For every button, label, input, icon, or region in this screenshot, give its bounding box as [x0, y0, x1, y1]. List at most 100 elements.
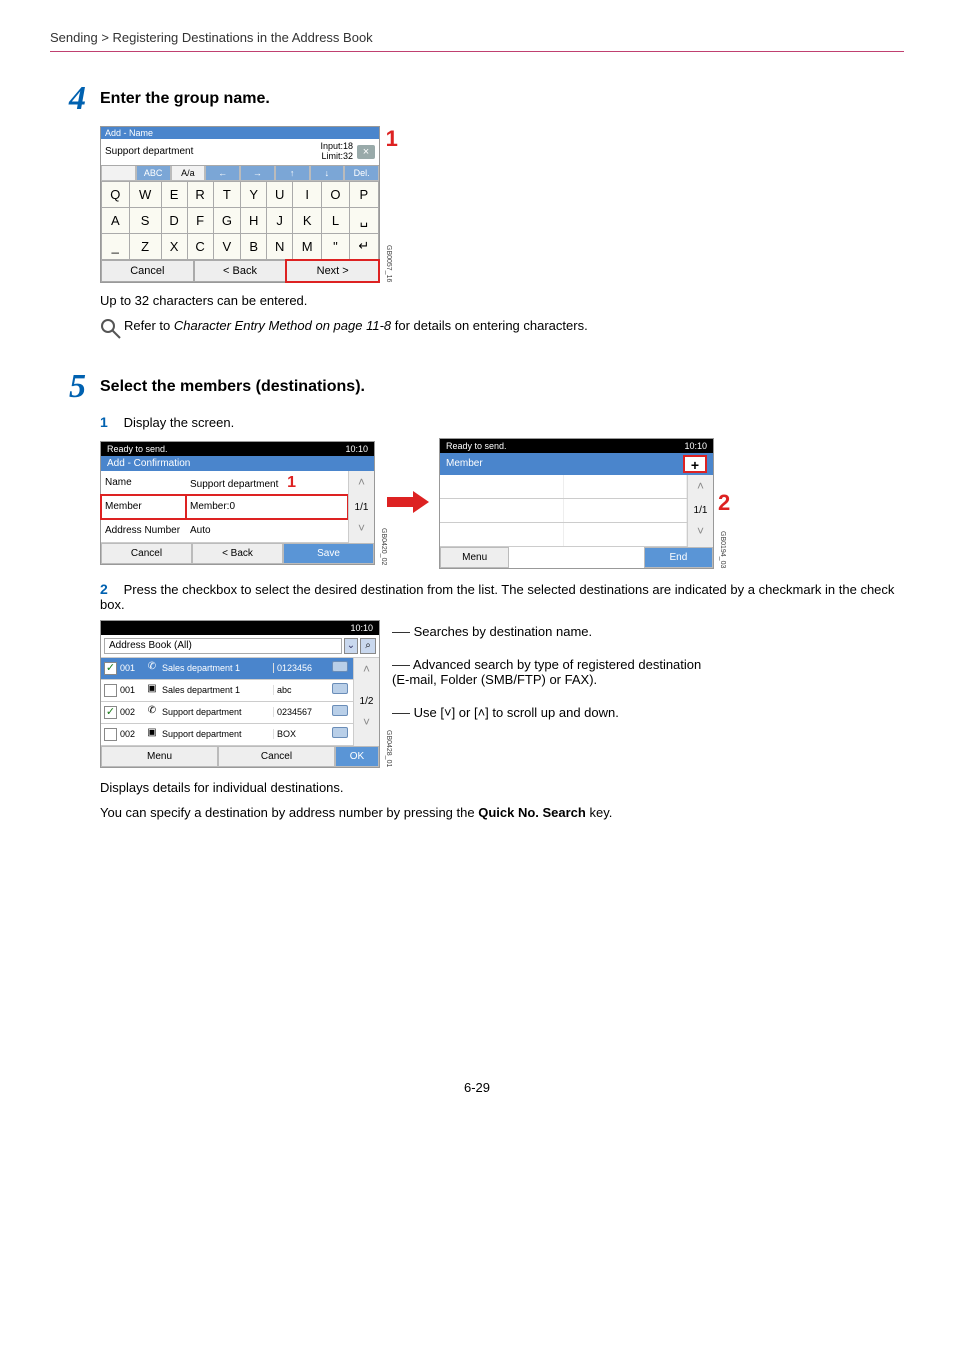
kbd-key[interactable]: R: [187, 181, 213, 207]
step5-number: 5: [50, 370, 100, 404]
kbd-cancel-button[interactable]: Cancel: [101, 260, 194, 282]
member-title: Member: [446, 458, 483, 469]
fax-icon: ✆: [145, 705, 159, 719]
kbd-arrow-up-icon[interactable]: ↑: [275, 166, 310, 181]
kbd-key[interactable]: P: [349, 181, 378, 207]
figure-code: GB0420_02: [380, 528, 387, 565]
kbd-delete-button[interactable]: Del.: [344, 166, 379, 181]
kbd-key[interactable]: W: [129, 181, 161, 207]
keyboard-entry-text[interactable]: Support department: [105, 146, 316, 157]
conf-value: Auto: [186, 519, 348, 543]
kbd-key[interactable]: N: [267, 233, 293, 259]
member-panel: Ready to send. 10:10 Member +: [439, 438, 714, 569]
kbd-key[interactable]: F: [187, 207, 213, 233]
keyboard-panel: Add - Name Support department Input:18 L…: [100, 126, 380, 283]
scroll-up-icon[interactable]: ˄: [348, 471, 374, 498]
checkbox-icon[interactable]: ✓: [104, 706, 117, 719]
kbd-key[interactable]: E: [161, 181, 187, 207]
conf-cancel-button[interactable]: Cancel: [101, 543, 192, 564]
mem-menu-button[interactable]: Menu: [440, 547, 509, 568]
add-member-button[interactable]: +: [683, 455, 707, 473]
kbd-key[interactable]: Z: [129, 233, 161, 259]
checkbox-icon[interactable]: [104, 728, 117, 741]
ab-row[interactable]: 001 ▣ Sales department 1 abc: [101, 680, 353, 702]
page-indicator: 1/1: [348, 498, 374, 517]
kbd-key[interactable]: Q: [102, 181, 130, 207]
kbd-key[interactable]: D: [161, 207, 187, 233]
kbd-back-button[interactable]: < Back: [194, 260, 287, 282]
conf-value-member[interactable]: Member:0: [186, 495, 348, 519]
kbd-key[interactable]: L: [322, 207, 350, 233]
envelope-icon[interactable]: [330, 705, 350, 719]
kbd-key[interactable]: V: [213, 233, 241, 259]
kbd-key[interactable]: U: [267, 181, 293, 207]
envelope-icon[interactable]: [330, 727, 350, 741]
kbd-key[interactable]: K: [293, 207, 322, 233]
kbd-key[interactable]: X: [161, 233, 187, 259]
tail-note-1: Displays details for individual destinat…: [100, 780, 904, 795]
ab-note-advanced: Advanced search by type of registered de…: [392, 657, 710, 687]
ab-note-scroll: Use [˅] or [˄] to scroll up and down.: [392, 705, 710, 720]
keyboard-header: Add - Name: [101, 127, 379, 139]
scroll-up-icon[interactable]: ˄: [687, 475, 713, 502]
conf-save-button[interactable]: Save: [283, 543, 374, 564]
scroll-down-icon[interactable]: ˅: [687, 520, 713, 547]
envelope-icon[interactable]: [330, 661, 350, 675]
ab-filter-field[interactable]: Address Book (All): [104, 638, 342, 654]
envelope-icon[interactable]: [330, 683, 350, 697]
kbd-arrow-fwd-icon[interactable]: →: [240, 166, 275, 181]
accent-rule: [50, 51, 904, 52]
kbd-arrow-back-icon[interactable]: ←: [205, 166, 240, 181]
kbd-key[interactable]: M: [293, 233, 322, 259]
ab-row[interactable]: ✓ 001 ✆ Sales department 1 0123456: [101, 658, 353, 680]
kbd-mode-abc[interactable]: ABC: [136, 166, 171, 181]
conf-label: Address Number: [101, 519, 186, 543]
kbd-key[interactable]: C: [187, 233, 213, 259]
member-row: [440, 499, 687, 523]
ab-row[interactable]: ✓ 002 ✆ Support department 0234567: [101, 702, 353, 724]
conf-value: Support department 1: [186, 471, 348, 495]
kbd-key[interactable]: O: [322, 181, 350, 207]
kbd-key[interactable]: J: [267, 207, 293, 233]
status-text: Ready to send.: [446, 441, 507, 451]
kbd-key[interactable]: T: [213, 181, 241, 207]
kbd-mode-blank[interactable]: [101, 166, 136, 181]
ab-cancel-button[interactable]: Cancel: [218, 746, 335, 767]
step4-note: Up to 32 characters can be entered.: [100, 293, 904, 308]
kbd-key[interactable]: ": [322, 233, 350, 259]
scroll-up-icon[interactable]: ˄: [353, 658, 379, 693]
kbd-arrow-down-icon[interactable]: ↓: [310, 166, 345, 181]
kbd-key[interactable]: B: [241, 233, 267, 259]
ab-row[interactable]: 002 ▣ Support department BOX: [101, 724, 353, 746]
step5-title: Select the members (destinations).: [100, 370, 365, 396]
conf-label-member[interactable]: Member: [101, 495, 186, 519]
checkbox-icon[interactable]: ✓: [104, 662, 117, 675]
kbd-key[interactable]: Y: [241, 181, 267, 207]
kbd-next-button[interactable]: Next >: [286, 260, 379, 282]
kbd-key[interactable]: S: [129, 207, 161, 233]
kbd-key[interactable]: I: [293, 181, 322, 207]
clock-text: 10:10: [350, 623, 373, 633]
search-icon[interactable]: ⌕: [360, 638, 376, 654]
mem-end-button[interactable]: End: [644, 547, 713, 568]
scroll-down-icon[interactable]: ˅: [353, 711, 379, 746]
kbd-key[interactable]: A: [102, 207, 130, 233]
figure-code: GB0194_03: [719, 531, 726, 568]
chevron-down-icon[interactable]: ⌄: [344, 638, 358, 654]
ab-ok-button[interactable]: OK: [335, 746, 379, 767]
kbd-key[interactable]: ␣: [349, 207, 378, 233]
breadcrumb: Sending > Registering Destinations in th…: [50, 30, 904, 51]
ab-menu-button[interactable]: Menu: [101, 746, 218, 767]
confirmation-panel: Ready to send. 10:10 Add - Confirmation …: [100, 441, 375, 565]
conf-back-button[interactable]: < Back: [192, 543, 283, 564]
kbd-key[interactable]: G: [213, 207, 241, 233]
step4-title: Enter the group name.: [100, 82, 270, 108]
checkbox-icon[interactable]: [104, 684, 117, 697]
kbd-key[interactable]: ↵: [349, 233, 378, 259]
kbd-key[interactable]: H: [241, 207, 267, 233]
kbd-key[interactable]: _: [102, 233, 130, 259]
scroll-down-icon[interactable]: ˅: [348, 517, 374, 544]
kbd-mode-case[interactable]: A/a: [171, 166, 206, 181]
clock-text: 10:10: [684, 441, 707, 451]
keyboard-close-icon[interactable]: ×: [357, 145, 375, 159]
